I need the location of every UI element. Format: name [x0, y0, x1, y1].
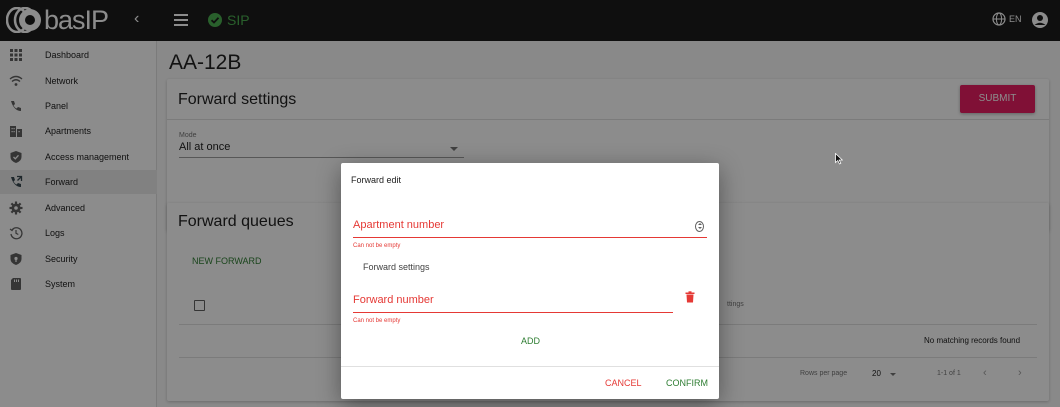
forward-number-placeholder: Forward number	[353, 294, 434, 306]
forward-number-error: Can not be empty	[353, 318, 401, 324]
cancel-button[interactable]: CANCEL	[605, 378, 642, 388]
add-button[interactable]: ADD	[521, 336, 540, 346]
forward-edit-dialog: Forward edit Apartment number Can not be…	[341, 163, 719, 399]
number-spinner-icon[interactable]	[695, 221, 704, 232]
apartment-number-error: Can not be empty	[353, 243, 401, 249]
forward-settings-label: Forward settings	[363, 262, 430, 272]
mouse-cursor-icon	[835, 153, 843, 165]
dialog-title: Forward edit	[351, 175, 402, 185]
apartment-number-input[interactable]: Apartment number	[353, 219, 707, 238]
trash-icon[interactable]	[685, 291, 695, 303]
dialog-divider	[341, 366, 719, 367]
apartment-number-placeholder: Apartment number	[353, 219, 445, 231]
forward-number-input[interactable]: Forward number	[353, 294, 673, 313]
confirm-button[interactable]: CONFIRM	[666, 378, 708, 388]
